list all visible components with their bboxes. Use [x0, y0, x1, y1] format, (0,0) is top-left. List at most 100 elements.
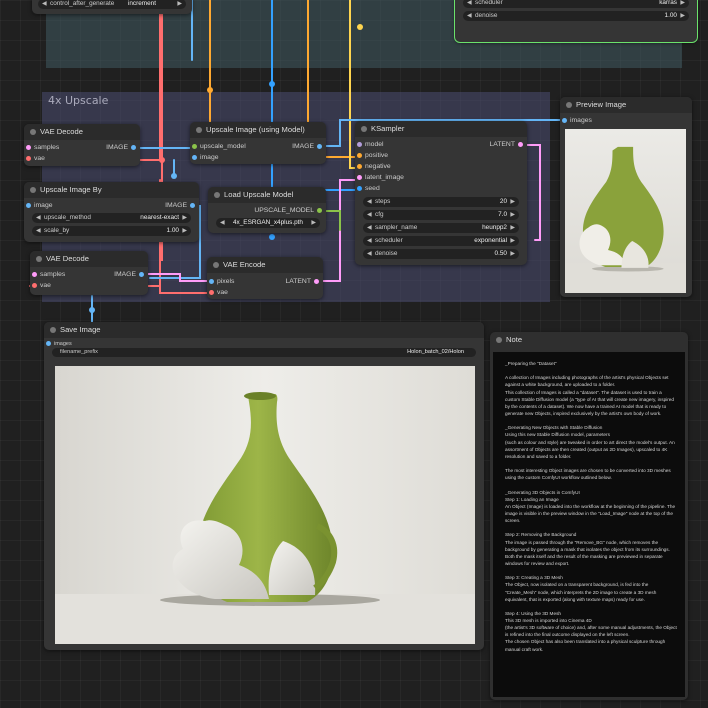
node-header[interactable]: Upscale Image By — [24, 182, 199, 198]
input-image[interactable]: image — [192, 153, 219, 163]
output-image[interactable]: IMAGE — [106, 143, 136, 153]
arrow-left-icon[interactable]: ◀ — [42, 0, 47, 9]
arrow-right-icon[interactable]: ▶ — [680, 11, 685, 21]
input-seed[interactable]: seed — [357, 184, 380, 194]
node-header[interactable]: VAE Encode — [207, 257, 323, 273]
arrow-right-icon[interactable]: ▶ — [182, 226, 187, 236]
node-header[interactable]: Load Upscale Model — [208, 187, 326, 203]
collapse-dot-icon[interactable] — [213, 262, 219, 268]
latent-pin-icon[interactable] — [26, 145, 31, 150]
image-pin-icon[interactable] — [190, 203, 195, 208]
input-upscale-model[interactable]: upscale_model — [192, 142, 246, 152]
top-left-node-fragment[interactable]: ◀ control_after_generate increment ▶ — [32, 0, 192, 14]
node-header[interactable]: VAE Decode — [24, 124, 140, 140]
node-upscale-image-by[interactable]: Upscale Image By image IMAGE ◀ upscale_me… — [24, 182, 199, 242]
cfg-widget[interactable]: ◀ cfg 7.0 ▶ — [363, 210, 519, 220]
arrow-left-icon[interactable]: ◀ — [367, 236, 372, 246]
image-pin-icon[interactable] — [46, 341, 51, 346]
vae-pin-icon[interactable] — [26, 156, 31, 161]
arrow-right-icon[interactable]: ▶ — [510, 197, 515, 207]
arrow-right-icon[interactable]: ▶ — [510, 236, 515, 246]
scale-by-widget[interactable]: ◀ scale_by 1.00 ▶ — [32, 226, 191, 236]
sampler-name-widget[interactable]: ◀ sampler_name heunpp2 ▶ — [363, 223, 519, 233]
collapse-dot-icon[interactable] — [214, 192, 220, 198]
conditioning-pin-icon[interactable] — [357, 164, 362, 169]
input-vae[interactable]: vae — [26, 154, 45, 164]
conditioning-pin-icon[interactable] — [357, 153, 362, 158]
node-vae-decode-2[interactable]: VAE Decode samples vae IMAGE — [30, 251, 148, 295]
latent-pin-icon[interactable] — [314, 279, 319, 284]
node-vae-decode-1[interactable]: VAE Decode samples vae IMAGE — [24, 124, 140, 166]
node-upscale-image-using-model[interactable]: Upscale Image (using Model) upscale_mode… — [190, 122, 326, 164]
input-negative[interactable]: negative — [357, 162, 391, 172]
image-pin-icon[interactable] — [209, 279, 214, 284]
input-model[interactable]: model — [357, 140, 384, 150]
output-image[interactable]: IMAGE — [165, 201, 195, 211]
node-save-image[interactable]: Save Image images filename_prefix Holon_… — [44, 322, 484, 650]
collapse-dot-icon[interactable] — [36, 256, 42, 262]
input-vae[interactable]: vae — [209, 288, 228, 298]
node-vae-encode[interactable]: VAE Encode pixels vae LATENT — [207, 257, 323, 299]
collapse-dot-icon[interactable] — [50, 327, 56, 333]
arrow-left-icon[interactable]: ◀ — [367, 223, 372, 233]
preview-image-output[interactable] — [565, 129, 686, 293]
upscale-model-pin-icon[interactable] — [192, 144, 197, 149]
collapse-dot-icon[interactable] — [496, 337, 502, 343]
denoise-widget[interactable]: ◀ denoise 1.00 ▶ — [463, 11, 689, 21]
arrow-right-icon[interactable]: ▶ — [680, 0, 685, 8]
latent-pin-icon[interactable] — [518, 142, 523, 147]
output-latent[interactable]: LATENT — [489, 140, 523, 150]
image-pin-icon[interactable] — [131, 145, 136, 150]
node-header[interactable]: Upscale Image (using Model) — [190, 122, 326, 138]
collapse-dot-icon[interactable] — [361, 126, 367, 132]
control-after-generate-widget[interactable]: ◀ control_after_generate increment ▶ — [38, 0, 186, 9]
vae-pin-icon[interactable] — [209, 290, 214, 295]
node-note[interactable]: Note _Preparing the "Dataset" A collecti… — [490, 332, 688, 700]
input-latent-image[interactable]: latent_image — [357, 173, 404, 183]
arrow-right-icon[interactable]: ▶ — [510, 210, 515, 220]
image-pin-icon[interactable] — [317, 144, 322, 149]
node-header[interactable]: KSampler — [355, 121, 527, 137]
arrow-left-icon[interactable]: ◀ — [367, 197, 372, 207]
top-right-ksampler-fragment[interactable]: ◀ scheduler karras ▶ ◀ denoise 1.00 ▶ — [454, 0, 698, 43]
vae-pin-icon[interactable] — [32, 283, 37, 288]
input-samples[interactable]: samples — [32, 270, 65, 280]
collapse-dot-icon[interactable] — [30, 129, 36, 135]
image-pin-icon[interactable] — [26, 203, 31, 208]
arrow-left-icon[interactable]: ◀ — [36, 213, 41, 223]
input-images[interactable]: images — [562, 116, 592, 126]
input-image[interactable]: image — [26, 201, 53, 211]
arrow-left-icon[interactable]: ◀ — [467, 11, 472, 21]
model-name-widget[interactable]: ◀ 4x_ESRGAN_x4plus.pth ▶ — [216, 218, 320, 228]
scheduler-widget[interactable]: ◀ scheduler exponential ▶ — [363, 236, 519, 246]
node-header[interactable]: Save Image — [44, 322, 484, 338]
arrow-left-icon[interactable]: ◀ — [36, 226, 41, 236]
upscale-method-widget[interactable]: ◀ upscale_method nearest-exact ▶ — [32, 213, 191, 223]
arrow-left-icon[interactable]: ◀ — [367, 210, 372, 220]
arrow-left-icon[interactable]: ◀ — [467, 0, 472, 8]
note-textarea[interactable]: _Preparing the "Dataset" A collection of… — [493, 352, 685, 697]
latent-pin-icon[interactable] — [357, 175, 362, 180]
model-pin-icon[interactable] — [357, 142, 362, 147]
output-image[interactable]: IMAGE — [114, 270, 144, 280]
arrow-right-icon[interactable]: ▶ — [311, 218, 316, 228]
input-samples[interactable]: samples — [26, 143, 59, 153]
filename-prefix-input[interactable]: filename_prefix Holon_batch_02/Holon — [52, 348, 476, 357]
arrow-right-icon[interactable]: ▶ — [182, 213, 187, 223]
input-vae[interactable]: vae — [32, 281, 51, 291]
collapse-dot-icon[interactable] — [566, 102, 572, 108]
saved-image-output[interactable] — [55, 366, 475, 644]
arrow-right-icon[interactable]: ▶ — [510, 249, 515, 259]
arrow-left-icon[interactable]: ◀ — [367, 249, 372, 259]
scheduler-widget[interactable]: ◀ scheduler karras ▶ — [463, 0, 689, 8]
node-header[interactable]: Note — [490, 332, 688, 348]
output-upscale-model[interactable]: UPSCALE_MODEL — [254, 206, 322, 216]
node-preview-image[interactable]: Preview Image images — [560, 97, 692, 297]
collapse-dot-icon[interactable] — [30, 187, 36, 193]
denoise-widget[interactable]: ◀ denoise 0.50 ▶ — [363, 249, 519, 259]
output-image[interactable]: IMAGE — [292, 142, 322, 152]
node-header[interactable]: Preview Image — [560, 97, 692, 113]
input-pixels[interactable]: pixels — [209, 277, 234, 287]
image-pin-icon[interactable] — [562, 118, 567, 123]
input-positive[interactable]: positive — [357, 151, 388, 161]
